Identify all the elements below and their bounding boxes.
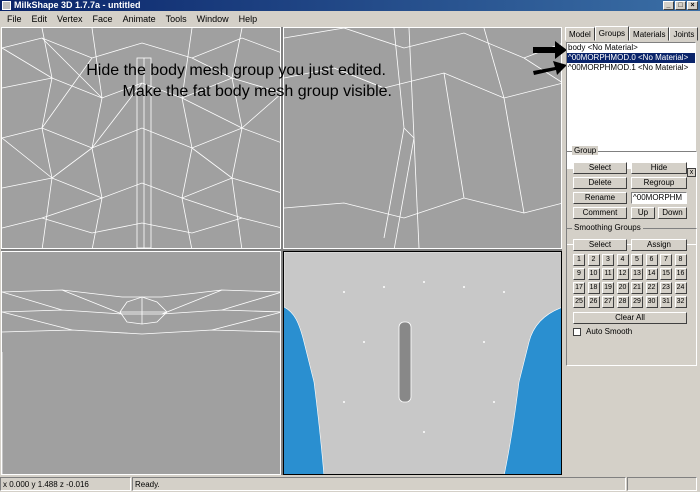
up-button[interactable]: Up <box>631 207 655 219</box>
menu-file[interactable]: File <box>2 12 27 27</box>
smoothing-group-26-button[interactable]: 26 <box>587 296 600 308</box>
menu-vertex[interactable]: Vertex <box>52 12 88 27</box>
minimize-button[interactable]: _ <box>663 1 674 10</box>
smoothing-group-23-button[interactable]: 23 <box>660 282 672 294</box>
smoothing-group-11-button[interactable]: 11 <box>602 268 614 280</box>
smoothing-group-10-button[interactable]: 10 <box>587 268 600 280</box>
smoothing-group-9-button[interactable]: 9 <box>573 268 585 280</box>
viewport-area: Hide the body mesh group you just edited… <box>1 27 567 475</box>
smoothing-groups-title: Smoothing Groups <box>572 223 643 232</box>
smoothing-group-18-button[interactable]: 18 <box>587 282 600 294</box>
smoothing-select-button[interactable]: Select <box>573 239 627 251</box>
status-extra <box>627 477 697 491</box>
down-button[interactable]: Down <box>658 207 687 219</box>
main-window: MilkShape 3D 1.7.7a - untitled _ □ × Fil… <box>0 0 700 492</box>
smoothing-group-6-button[interactable]: 6 <box>645 254 658 266</box>
tab-materials[interactable]: Materials <box>629 27 670 41</box>
smoothing-groups-section: Smoothing Groups Select Assign 123456789… <box>566 223 697 366</box>
menu-tools[interactable]: Tools <box>161 12 192 27</box>
smoothing-group-22-button[interactable]: 22 <box>645 282 658 294</box>
comment-button[interactable]: Comment <box>573 207 627 219</box>
group-item-body[interactable]: body <No Material> <box>567 43 695 53</box>
menu-edit[interactable]: Edit <box>27 12 53 27</box>
smoothing-group-14-button[interactable]: 14 <box>645 268 658 280</box>
smoothing-group-27-button[interactable]: 27 <box>602 296 614 308</box>
smoothing-assign-button[interactable]: Assign <box>631 239 687 251</box>
delete-button[interactable]: Delete <box>573 177 627 189</box>
side-panel: Model Groups Materials Joints body <No M… <box>565 26 700 475</box>
annotation-hide-body: Hide the body mesh group you just edited… <box>86 62 386 79</box>
close-button[interactable]: × <box>687 1 698 10</box>
smoothing-group-5-button[interactable]: 5 <box>631 254 643 266</box>
menu-face[interactable]: Face <box>88 12 118 27</box>
smoothing-group-13-button[interactable]: 13 <box>631 268 643 280</box>
smoothing-group-16-button[interactable]: 16 <box>674 268 687 280</box>
viewport-front[interactable] <box>1 27 281 249</box>
smoothing-group-8-button[interactable]: 8 <box>674 254 687 266</box>
menu-animate[interactable]: Animate <box>118 12 161 27</box>
viewport-3d[interactable] <box>283 251 562 475</box>
tab-groups[interactable]: Groups <box>594 26 630 41</box>
group-item-morphmod-0[interactable]: ^00MORPHMOD.0 <No Material> <box>567 53 695 63</box>
window-title: MilkShape 3D 1.7.7a - untitled <box>14 0 141 10</box>
status-bar: x 0.000 y 1.488 z -0.016 Ready. <box>0 476 700 492</box>
menu-window[interactable]: Window <box>192 12 234 27</box>
tab-joints[interactable]: Joints <box>669 27 699 41</box>
smoothing-group-28-button[interactable]: 28 <box>616 296 629 308</box>
annotation-show-fat-body: Make the fat body mesh group visible. <box>122 83 392 100</box>
app-icon <box>2 1 11 10</box>
rename-button[interactable]: Rename <box>573 192 627 204</box>
group-name-input[interactable]: ^00MORPHM <box>631 192 687 204</box>
title-bar: MilkShape 3D 1.7.7a - untitled _ □ × <box>0 0 700 11</box>
smoothing-group-12-button[interactable]: 12 <box>616 268 629 280</box>
menu-bar: File Edit Vertex Face Animate Tools Wind… <box>0 12 262 27</box>
smoothing-group-24-button[interactable]: 24 <box>674 282 687 294</box>
smoothing-group-3-button[interactable]: 3 <box>602 254 614 266</box>
smoothing-group-31-button[interactable]: 31 <box>660 296 672 308</box>
smoothing-group-21-button[interactable]: 21 <box>631 282 643 294</box>
coordinates-readout: x 0.000 y 1.488 z -0.016 <box>0 477 131 491</box>
hide-button[interactable]: Hide <box>631 162 687 174</box>
smoothing-group-29-button[interactable]: 29 <box>631 296 643 308</box>
smoothing-group-30-button[interactable]: 30 <box>645 296 658 308</box>
status-message: Ready. <box>132 477 626 491</box>
maximize-button[interactable]: □ <box>675 1 686 10</box>
smoothing-group-25-button[interactable]: 25 <box>573 296 585 308</box>
smoothing-group-17-button[interactable]: 17 <box>573 282 585 294</box>
smoothing-group-4-button[interactable]: 4 <box>616 254 629 266</box>
smoothing-group-19-button[interactable]: 19 <box>602 282 614 294</box>
smoothing-group-1-button[interactable]: 1 <box>573 254 585 266</box>
tab-model[interactable]: Model <box>565 27 595 41</box>
smoothing-group-15-button[interactable]: 15 <box>660 268 672 280</box>
smoothing-group-32-button[interactable]: 32 <box>674 296 687 308</box>
wireframe-top <box>2 289 280 474</box>
select-button[interactable]: Select <box>573 162 627 174</box>
smoothing-group-20-button[interactable]: 20 <box>616 282 629 294</box>
menu-help[interactable]: Help <box>234 12 263 27</box>
group-section-title: Group <box>572 146 599 155</box>
auto-smooth-label: Auto Smooth <box>586 327 633 336</box>
group-item-morphmod-1[interactable]: ^00MORPHMOD.1 <No Material> <box>567 63 695 73</box>
viewport-top[interactable] <box>1 251 281 475</box>
regroup-button[interactable]: Regroup <box>631 177 687 189</box>
clear-all-button[interactable]: Clear All <box>573 312 687 324</box>
auto-smooth-checkbox[interactable] <box>573 328 581 336</box>
smoothing-group-2-button[interactable]: 2 <box>587 254 600 266</box>
viewport-side[interactable] <box>283 27 562 249</box>
smoothing-group-7-button[interactable]: 7 <box>660 254 672 266</box>
shaded-3d-model <box>284 252 561 474</box>
panel-tabs: Model Groups Materials Joints <box>565 26 699 41</box>
